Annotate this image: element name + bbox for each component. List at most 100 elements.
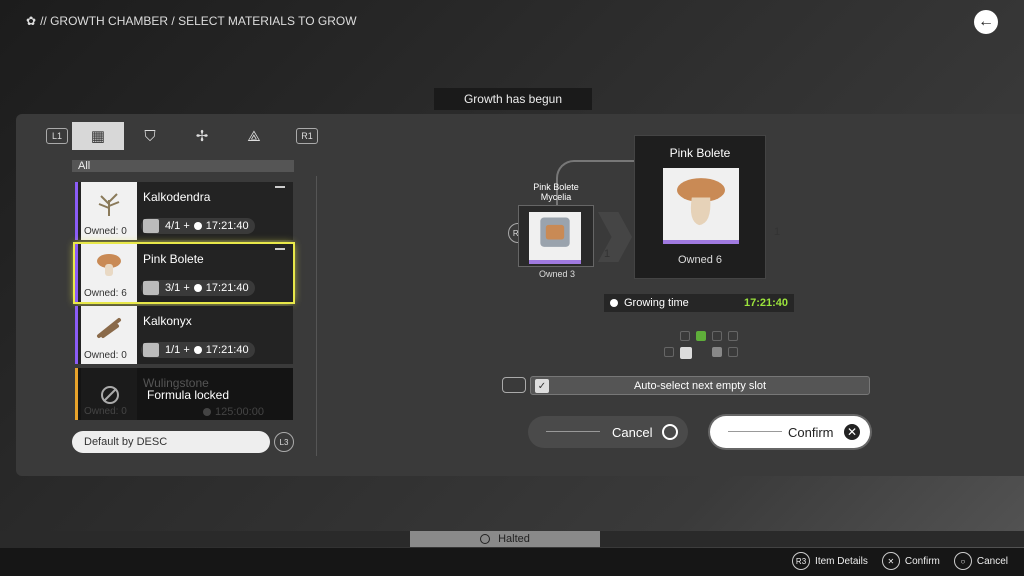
mycelia-mini-icon <box>143 343 159 357</box>
hint-cancel[interactable]: ○ Cancel <box>953 552 1008 570</box>
list-item-pink-bolete[interactable]: Owned: 6 Pink Bolete 3/1 + 17:21:40 <box>73 242 295 304</box>
checkmark-icon[interactable]: ✓ <box>535 379 549 393</box>
growing-time-value: 17:21:40 <box>743 297 788 309</box>
slot <box>696 347 706 357</box>
item-name: Pink Bolete <box>143 252 204 266</box>
rarity-bar <box>75 244 78 302</box>
tab-all[interactable]: ▦ <box>72 122 124 150</box>
source-material-card[interactable]: 1 <box>518 205 610 267</box>
hint-label: Confirm <box>904 555 940 567</box>
item-thumbnail: Owned: 0 <box>81 182 137 240</box>
cross-button-icon: ✕ <box>844 424 860 440</box>
rarity-bar <box>75 306 78 364</box>
growing-time-label: Growing time <box>624 297 689 309</box>
source-count: 1 <box>603 248 611 260</box>
item-name: Kalkonyx <box>143 314 192 328</box>
target-thumbnail: 1 <box>663 168 780 244</box>
source-thumbnail: 1 <box>529 212 610 264</box>
req-time: 125:00:00 <box>215 406 264 418</box>
clock-icon <box>610 299 618 307</box>
halted-status: Halted <box>410 531 600 547</box>
plant-icon <box>98 193 120 216</box>
clock-icon <box>193 284 202 292</box>
auto-select-toggle[interactable]: ✓ Auto-select next empty slot <box>530 376 870 395</box>
list-item-wulingstone[interactable]: Owned: 0 Wulingstone Formula locked 125:… <box>75 368 293 420</box>
hint-confirm[interactable]: ✕ Confirm <box>881 552 940 570</box>
r3-button-icon: R3 <box>792 552 811 570</box>
item-requirement: 3/1 + 17:21:40 <box>141 280 255 296</box>
target-title: Pink Bolete <box>669 146 731 160</box>
clock-icon <box>193 222 202 230</box>
item-menu-indicator <box>275 186 285 188</box>
back-button[interactable]: ← <box>974 10 998 34</box>
req-count: 3/1 + <box>165 282 190 294</box>
clock-icon <box>203 408 211 416</box>
req-time: 17:21:40 <box>205 282 249 294</box>
circle-button-icon <box>662 424 678 440</box>
halted-label: Halted <box>498 533 530 545</box>
slot-active[interactable] <box>696 331 706 341</box>
list-item-kalkodendra[interactable]: Owned: 0 Kalkodendra 4/1 + 17:21:40 <box>75 182 293 240</box>
list-scrollbar[interactable] <box>316 176 317 456</box>
item-thumbnail: Owned: 6 <box>81 244 137 302</box>
category-tabs: L1 ▦ ⛉ ✢ ⟁ R1 <box>46 122 318 150</box>
tab-fungi[interactable]: ⛉ <box>124 122 176 150</box>
list-header: All <box>72 160 294 172</box>
target-count: 1 <box>773 226 781 238</box>
target-material-card[interactable]: Pink Bolete 1 Owned 6 <box>634 135 780 279</box>
item-requirement: 125:00:00 <box>141 404 270 420</box>
slot-occupied[interactable] <box>712 347 722 357</box>
locked-icon <box>101 386 119 404</box>
confirm-label: Confirm <box>788 424 834 440</box>
auto-select-label: Auto-select next empty slot <box>633 379 767 392</box>
slot <box>664 331 674 341</box>
item-thumbnail: Owned: 0 <box>81 306 137 364</box>
item-name: Kalkodendra <box>143 190 211 204</box>
halted-icon <box>480 534 491 544</box>
cross-button-icon: ✕ <box>881 552 900 570</box>
slot[interactable] <box>712 331 722 341</box>
slot[interactable] <box>728 347 738 357</box>
slot-selected[interactable] <box>680 347 692 359</box>
l1-hint[interactable]: L1 <box>46 128 68 144</box>
toast-message: Growth has begun <box>434 88 592 110</box>
req-time: 17:21:40 <box>205 220 249 232</box>
sort-button[interactable]: Default by DESC <box>72 431 270 453</box>
mycelia-mini-icon <box>143 219 159 233</box>
req-time: 17:21:40 <box>205 344 249 356</box>
owned-count: Owned: 0 <box>84 350 127 361</box>
gamepad-icon <box>502 377 526 393</box>
hint-item-details[interactable]: R3 Item Details <box>792 552 868 570</box>
l3-hint[interactable]: L3 <box>274 432 294 452</box>
clock-icon <box>193 346 202 354</box>
slot[interactable] <box>680 331 690 341</box>
cancel-button[interactable]: Cancel <box>528 416 688 448</box>
item-requirement: 4/1 + 17:21:40 <box>141 218 255 234</box>
source-label: Pink Bolete Mycelia <box>533 182 579 202</box>
tab-minerals[interactable]: ⟁ <box>228 122 280 150</box>
slot[interactable] <box>664 347 674 357</box>
r1-hint[interactable]: R1 <box>296 128 318 144</box>
req-count: 4/1 + <box>165 220 190 232</box>
owned-count: Owned: 0 <box>84 406 127 417</box>
formula-locked-label: Formula locked <box>147 388 230 402</box>
hint-label: Cancel <box>976 555 1008 567</box>
req-count: 1/1 + <box>165 344 190 356</box>
hint-label: Item Details <box>815 555 868 567</box>
decor-line <box>728 431 782 432</box>
growing-time: Growing time 17:21:40 <box>604 294 794 312</box>
list-item-kalkonyx[interactable]: Owned: 0 Kalkonyx 1/1 + 17:21:40 <box>75 306 293 364</box>
root-image <box>97 318 121 338</box>
item-thumbnail: Owned: 0 <box>81 368 137 420</box>
material-list: All Owned: 0 Kalkodendra 4/1 + 17:21:40 … <box>72 156 317 456</box>
confirm-button[interactable]: Confirm ✕ <box>710 416 870 448</box>
tab-plants[interactable]: ✢ <box>176 122 228 150</box>
mycelia-mini-icon <box>143 281 159 295</box>
slot[interactable] <box>728 331 738 341</box>
mycelia-box-icon <box>540 217 570 247</box>
rarity-bar <box>75 182 78 240</box>
target-owned: Owned 6 <box>677 254 723 266</box>
growth-chamber-icon: ✿ <box>26 14 37 28</box>
item-menu-indicator <box>275 248 285 250</box>
mushroom-image <box>97 254 121 276</box>
